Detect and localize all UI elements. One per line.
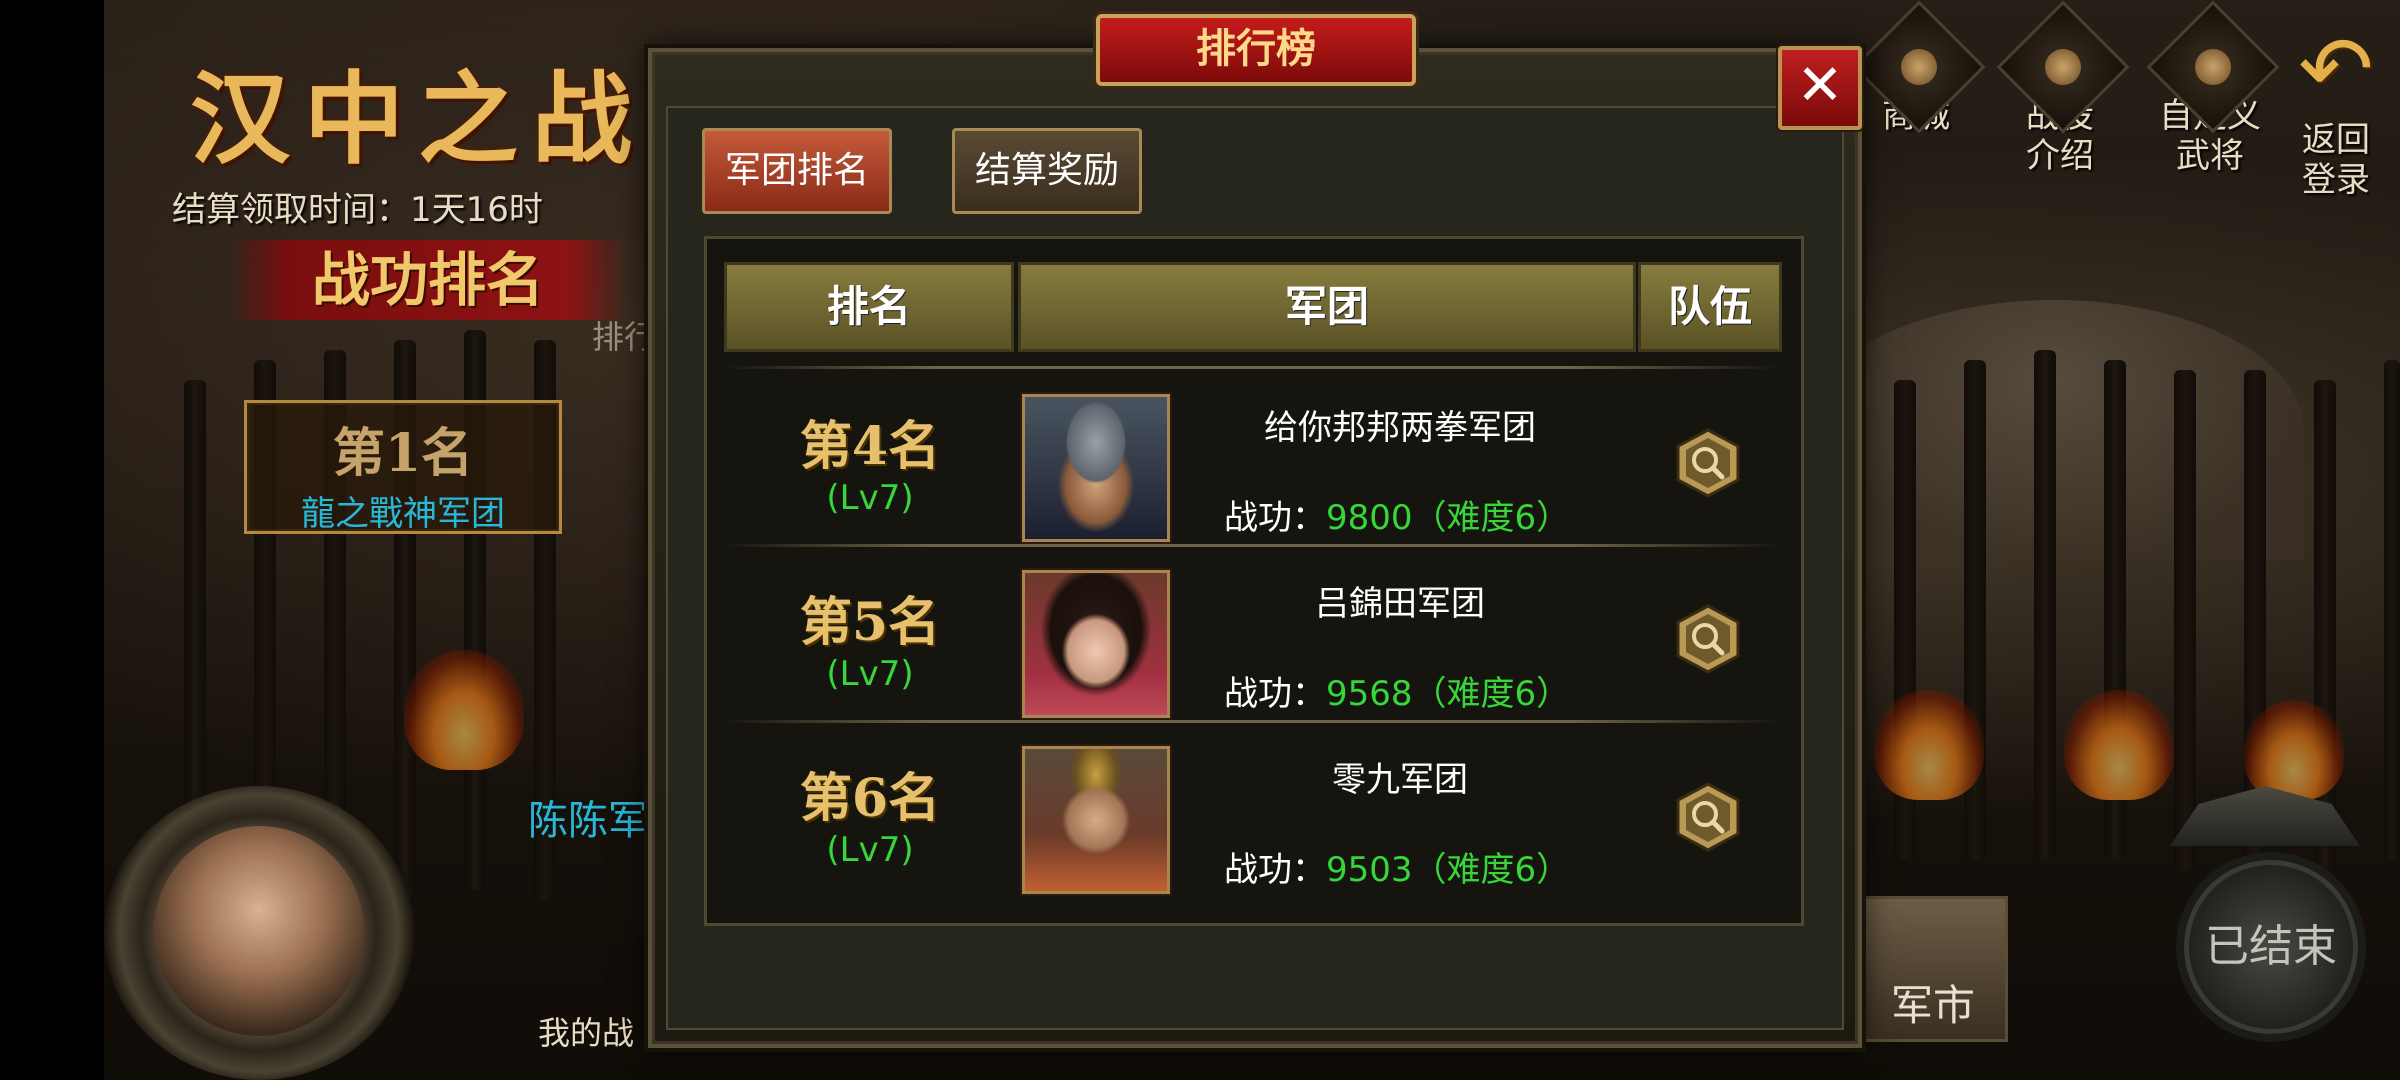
header-guild: 军团 xyxy=(1018,262,1636,352)
guild-name: 零九军团 xyxy=(1332,760,1468,800)
guild-name: 吕錦田军团 xyxy=(1315,584,1485,624)
rank-number: 第4名 xyxy=(799,416,941,477)
merit-label: 战功： xyxy=(1224,498,1326,538)
back-login-label: 返回登录 xyxy=(2302,120,2370,200)
player-avatar-frame[interactable] xyxy=(104,786,414,1080)
merit-label: 战功： xyxy=(1224,674,1326,714)
guild-leader-avatar[interactable] xyxy=(1022,570,1170,718)
guild-level: (Lv7) xyxy=(826,478,914,518)
search-icon[interactable] xyxy=(1676,604,1740,674)
back-login-menu-item[interactable]: ↶ 返回登录 xyxy=(2286,17,2386,201)
merit-label: 战功： xyxy=(1224,850,1326,890)
header-divider xyxy=(722,366,1780,369)
header-rank: 排名 xyxy=(724,262,1014,352)
guild-level: (Lv7) xyxy=(826,830,914,870)
campaign-icon xyxy=(1996,0,2130,134)
partial-tab-label[interactable]: 排行 xyxy=(592,312,656,358)
merit-ranking-banner: 战功排名 xyxy=(228,240,628,320)
tab-guild-rank[interactable]: 军团排名 xyxy=(702,128,892,214)
market-label: 军市 xyxy=(1890,981,1975,1030)
guild-merit: 战功：9503（难度6） xyxy=(1224,842,1570,891)
merit-value: 9800（难度6） xyxy=(1326,498,1571,538)
settle-time-text: 结算领取时间：1天16时 xyxy=(172,190,543,230)
row-divider xyxy=(722,544,1780,547)
guild-level: (Lv7) xyxy=(826,654,914,694)
dialog-title: 排行榜 xyxy=(1096,14,1416,86)
top-rank-number: 第1名 xyxy=(332,423,474,484)
custom-general-menu-item[interactable]: 自定义武将 xyxy=(2146,0,2280,176)
merit-ranking-title: 战功排名 xyxy=(311,246,544,314)
guild-merit: 战功：9800（难度6） xyxy=(1224,490,1570,539)
campaign-menu-item[interactable]: 战役介绍 xyxy=(1996,0,2130,176)
row-divider xyxy=(722,720,1780,723)
guild-merit: 战功：9568（难度6） xyxy=(1224,666,1570,715)
guild-leader-avatar[interactable] xyxy=(1022,394,1170,542)
player-avatar xyxy=(154,826,364,1036)
header-team: 队伍 xyxy=(1638,262,1782,352)
guild-name: 给你邦邦两拳军团 xyxy=(1264,408,1536,448)
rank-number: 第5名 xyxy=(799,592,941,653)
back-arrow-icon: ↶ xyxy=(2298,17,2374,122)
my-guild-name: 陈陈军 xyxy=(528,798,648,844)
market-panel[interactable]: 军市 xyxy=(1858,896,2008,1042)
merit-value: 9568（难度6） xyxy=(1326,674,1571,714)
event-title: 汉中之战 xyxy=(190,60,646,178)
shop-menu-item[interactable]: 商城 xyxy=(1852,0,1986,136)
top-rank-card[interactable]: 第1名 龍之戰神军团 xyxy=(244,400,562,534)
guild-leader-avatar[interactable] xyxy=(1022,746,1170,894)
rank-number: 第6名 xyxy=(799,768,941,829)
close-button[interactable]: ✕ xyxy=(1778,46,1862,130)
merit-value: 9503（难度6） xyxy=(1326,850,1571,890)
search-icon[interactable] xyxy=(1676,782,1740,852)
ended-button[interactable]: 已结束 xyxy=(2184,860,2358,1034)
top-rank-guild: 龍之戰神军团 xyxy=(301,494,505,534)
my-merit-label: 我的战 xyxy=(538,1014,635,1052)
search-icon[interactable] xyxy=(1676,428,1740,498)
tab-settle-reward[interactable]: 结算奖励 xyxy=(952,128,1142,214)
